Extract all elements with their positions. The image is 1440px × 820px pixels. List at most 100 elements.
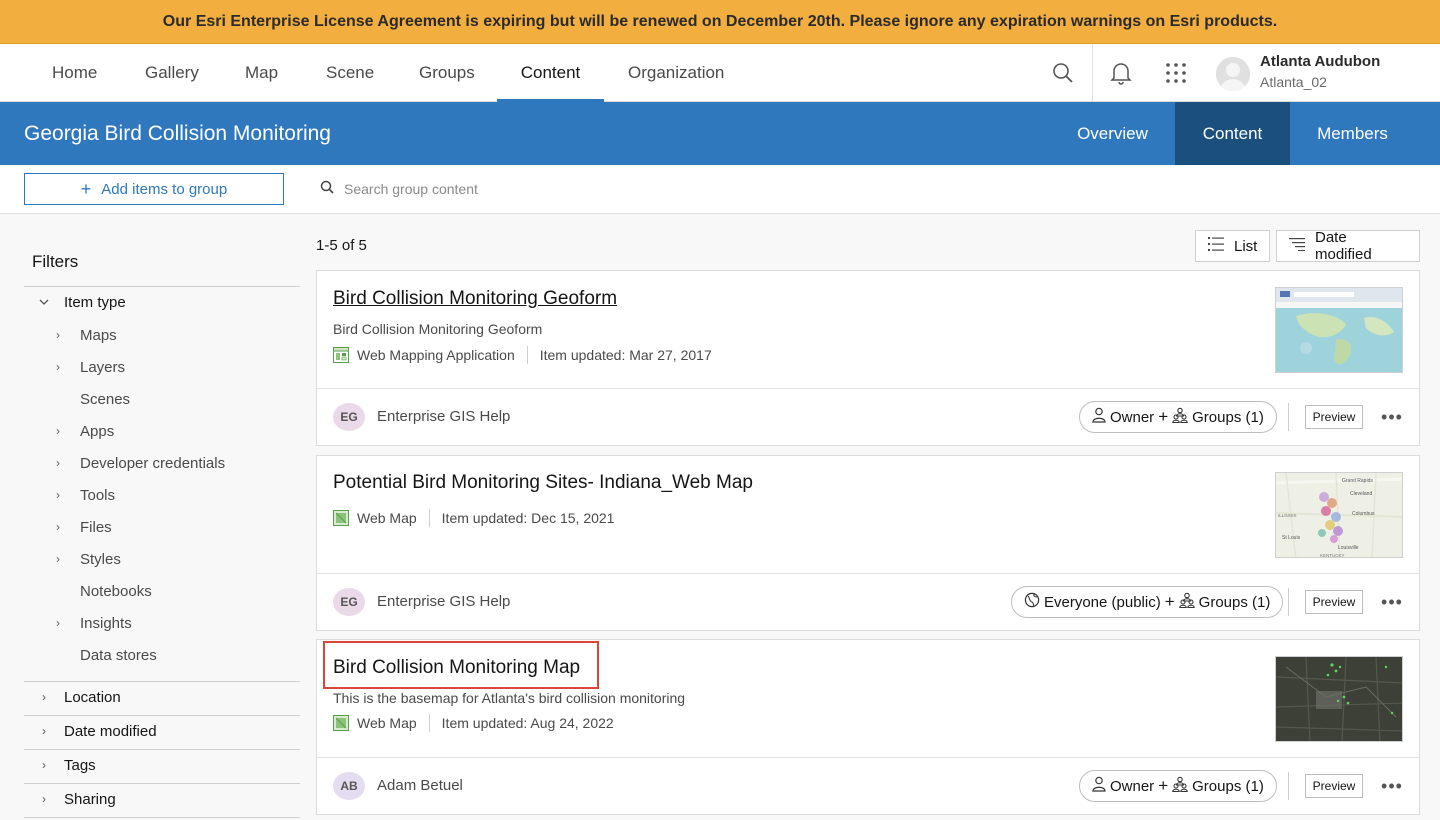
chevron-right-icon: › xyxy=(42,724,46,738)
filter-apps[interactable]: › Apps xyxy=(56,419,114,443)
group-title: Georgia Bird Collision Monitoring xyxy=(24,122,331,145)
chevron-right-icon: › xyxy=(42,792,46,806)
tab-members[interactable]: Members xyxy=(1295,102,1410,165)
thumb-label-kentucky: KENTUCKY xyxy=(1320,553,1345,558)
item-thumbnail[interactable] xyxy=(1275,287,1403,373)
user-avatar[interactable] xyxy=(1216,57,1250,91)
sharing-status-button[interactable]: Owner + Groups (1) xyxy=(1079,770,1277,802)
chevron-right-icon: › xyxy=(56,456,60,470)
owner-name[interactable]: Enterprise GIS Help xyxy=(377,593,510,610)
chevron-right-icon: › xyxy=(56,552,60,566)
search-icon xyxy=(320,180,334,199)
filters-title: Filters xyxy=(32,252,79,271)
filter-location[interactable]: › Location xyxy=(24,684,121,710)
groups-icon xyxy=(1172,407,1188,427)
user-name[interactable]: Atlanta Audubon xyxy=(1260,53,1380,70)
globe-icon xyxy=(1024,592,1040,612)
add-items-label: Add items to group xyxy=(101,180,228,198)
owner-avatar: EG xyxy=(333,403,365,431)
search-icon[interactable] xyxy=(1048,58,1078,88)
thumb-label-grand-rapids: Grand Rapids xyxy=(1342,478,1373,484)
results-panel: 1-5 of 5 List Date modified Bird Collisi… xyxy=(316,214,1420,820)
item-description: Bird Collision Monitoring Geoform xyxy=(333,321,543,337)
item-meta: Web Map Item updated: Aug 24, 2022 xyxy=(333,714,614,732)
sharing-status-button[interactable]: Everyone (public) + Groups (1) xyxy=(1011,586,1284,618)
chevron-right-icon: › xyxy=(56,520,60,534)
tab-content[interactable]: Content xyxy=(1175,102,1290,165)
item-updated: Item updated: Mar 27, 2017 xyxy=(539,347,712,363)
filter-item-type[interactable]: Item type xyxy=(24,289,126,315)
item-title[interactable]: Bird Collision Monitoring Geoform xyxy=(333,288,617,310)
nav-home[interactable]: Home xyxy=(52,44,97,101)
item-thumbnail[interactable] xyxy=(1275,656,1403,742)
filter-tools[interactable]: › Tools xyxy=(56,483,115,507)
thumb-label-columbus: Columbus xyxy=(1352,511,1375,517)
license-banner: Our Esri Enterprise License Agreement is… xyxy=(0,0,1440,44)
divider xyxy=(24,715,300,716)
filter-location-label: Location xyxy=(64,688,121,706)
plus-icon: + xyxy=(1158,776,1169,795)
filter-data-stores[interactable]: Data stores xyxy=(56,643,157,667)
chevron-right-icon: › xyxy=(56,328,60,342)
nav-gallery[interactable]: Gallery xyxy=(145,44,199,101)
filter-notebooks[interactable]: Notebooks xyxy=(56,579,152,603)
filter-tags[interactable]: › Tags xyxy=(24,752,96,778)
more-options-icon[interactable]: ••• xyxy=(1377,772,1407,800)
nav-map[interactable]: Map xyxy=(245,44,278,101)
filter-insights[interactable]: › Insights xyxy=(56,611,132,635)
user-icon xyxy=(1092,776,1106,796)
nav-content[interactable]: Content xyxy=(497,44,604,102)
more-options-icon[interactable]: ••• xyxy=(1377,403,1407,431)
preview-button[interactable]: Preview xyxy=(1305,590,1363,614)
nav-groups[interactable]: Groups xyxy=(419,44,475,101)
sharing-primary: Owner xyxy=(1110,408,1155,426)
filter-notebooks-label: Notebooks xyxy=(80,582,152,600)
owner-name[interactable]: Adam Betuel xyxy=(377,777,463,794)
add-items-button[interactable]: + Add items to group xyxy=(24,173,284,205)
filter-developer-credentials[interactable]: › Developer credentials xyxy=(56,451,225,475)
search-group-content-input[interactable] xyxy=(344,181,824,197)
filter-sharing[interactable]: › Sharing xyxy=(24,786,116,812)
item-thumbnail[interactable]: Cleveland Columbus ILLINOIS St Louis Lou… xyxy=(1275,472,1403,558)
nav-scene[interactable]: Scene xyxy=(326,44,374,101)
filter-maps[interactable]: › Maps xyxy=(56,323,117,347)
divider xyxy=(24,681,300,682)
chevron-right-icon: › xyxy=(56,616,60,630)
content-card: Potential Bird Monitoring Sites- Indiana… xyxy=(316,455,1420,631)
more-options-icon[interactable]: ••• xyxy=(1377,588,1407,616)
filter-files-label: Files xyxy=(80,518,112,536)
filter-styles[interactable]: › Styles xyxy=(56,547,121,571)
filter-apps-label: Apps xyxy=(80,422,115,440)
filter-insights-label: Insights xyxy=(80,614,132,632)
content-card: Bird Collision Monitoring Map This is th… xyxy=(316,639,1420,815)
item-type: Web Map xyxy=(357,715,417,731)
filter-layers[interactable]: › Layers xyxy=(56,355,125,379)
thumb-label-st-louis: St Louis xyxy=(1282,535,1301,541)
preview-button[interactable]: Preview xyxy=(1305,774,1363,798)
tab-overview[interactable]: Overview xyxy=(1055,102,1170,165)
divider xyxy=(24,749,300,750)
filter-styles-label: Styles xyxy=(80,550,121,568)
nav-content-label: Content xyxy=(520,63,581,82)
filter-scenes[interactable]: Scenes xyxy=(56,387,130,411)
sharing-status-button[interactable]: Owner + Groups (1) xyxy=(1079,401,1277,433)
item-title[interactable]: Potential Bird Monitoring Sites- Indiana… xyxy=(333,472,753,494)
item-meta: Web Map Item updated: Dec 15, 2021 xyxy=(333,509,614,527)
item-title[interactable]: Bird Collision Monitoring Map xyxy=(333,657,580,679)
owner-name[interactable]: Enterprise GIS Help xyxy=(377,408,510,425)
filter-date-modified-label: Date modified xyxy=(64,722,157,740)
app-launcher-icon[interactable] xyxy=(1161,58,1191,88)
content-card: Bird Collision Monitoring Geoform Bird C… xyxy=(316,270,1420,446)
thumb-label-illinois: ILLINOIS xyxy=(1278,513,1297,518)
filter-files[interactable]: › Files xyxy=(56,515,112,539)
filter-date-modified[interactable]: › Date modified xyxy=(24,718,157,744)
chevron-right-icon: › xyxy=(56,424,60,438)
preview-button[interactable]: Preview xyxy=(1305,405,1363,429)
web-map-icon xyxy=(333,510,349,526)
nav-organization[interactable]: Organization xyxy=(628,44,724,101)
view-mode-button[interactable]: List xyxy=(1195,230,1271,262)
web-app-icon xyxy=(333,347,349,363)
bell-icon[interactable] xyxy=(1106,58,1136,88)
sort-button[interactable]: Date modified xyxy=(1276,229,1420,263)
item-updated: Item updated: Aug 24, 2022 xyxy=(441,715,614,731)
